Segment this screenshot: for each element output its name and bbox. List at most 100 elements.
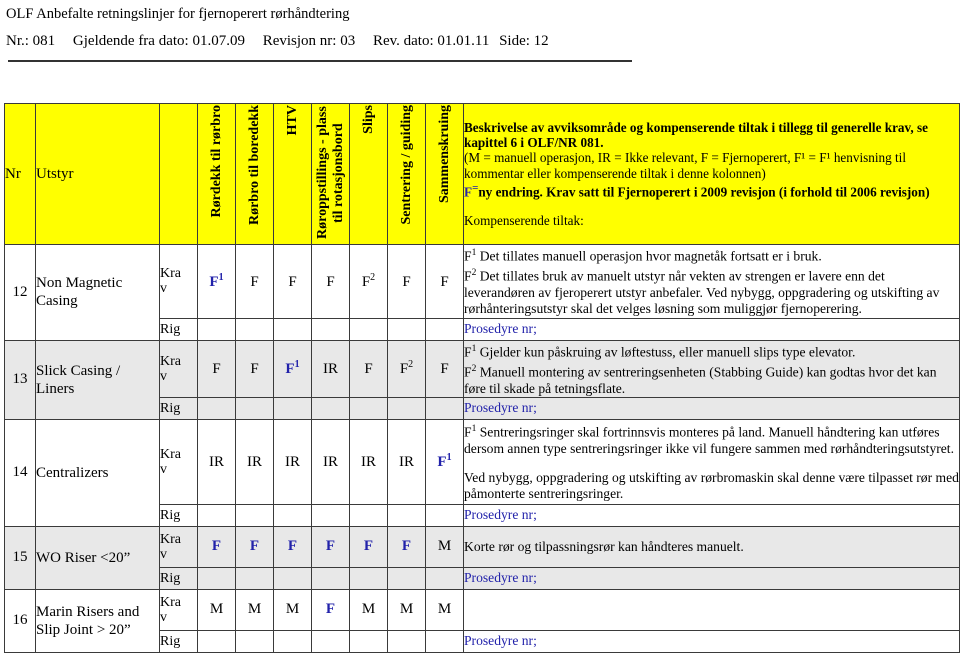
rig-cell [235, 629, 274, 653]
krav-line2: v [160, 281, 167, 297]
prosedyre-label: Prosedyre nr; [463, 566, 960, 590]
rig-cell [311, 566, 350, 590]
header-col-label: Rørdekk til rørbro [208, 105, 224, 218]
prosedyre-label: Prosedyre nr; [463, 396, 960, 420]
rig-cell [273, 566, 312, 590]
row-utstyr: WO Riser <20” [35, 525, 160, 590]
requirements-table-wrapper: Nr Utstyr Rørdekk til rørbro Rørbro til … [4, 103, 960, 653]
cell-sentrering-guiding: F [387, 244, 426, 319]
row-description: F1 Sentreringsringer skal fortrinnsvis m… [463, 418, 960, 505]
table-row: 12 Non Magnetic Casing Kra v F1 F F F F2… [4, 244, 960, 341]
krav-line1: Kra [160, 531, 181, 547]
cell-htv: F [273, 244, 312, 319]
header-col-label: Rørbro til boredekk [246, 105, 262, 226]
rig-cell [349, 396, 388, 420]
desc-gap [465, 458, 959, 470]
rig-cell [387, 629, 426, 653]
doc-page: Side: 12 [499, 33, 549, 49]
cell-sammenskruing: F [425, 244, 464, 319]
cell-roroppstillingsplass: F [311, 588, 350, 631]
rig-cell [273, 396, 312, 420]
row-rig-label: Rig [159, 629, 198, 653]
doc-valid-from: Gjeldende fra dato: 01.07.09 [72, 33, 245, 49]
cell-roroppstillingsplass: F [311, 244, 350, 319]
page-header: OLF Anbefalte retningslinjer for fjernop… [0, 0, 960, 62]
cell-rordekk-til-rorbro: IR [197, 418, 236, 505]
header-divider [8, 60, 632, 62]
krav-line2: v [160, 461, 167, 477]
rig-cell [235, 566, 274, 590]
krav-line2: v [160, 546, 167, 562]
row-rig-label: Rig [159, 503, 198, 527]
cell-roroppstillingsplass: F [311, 525, 350, 568]
row-description [463, 588, 960, 631]
krav-line1: Kra [160, 594, 181, 610]
row-rig-label: Rig [159, 566, 198, 590]
row-nr: 16 [4, 588, 36, 653]
row-utstyr: Marin Risers and Slip Joint > 20” [35, 588, 160, 653]
desc-item: F1 Sentreringsringer skal fortrinnsvis m… [464, 424, 955, 457]
table-header-row: Nr Utstyr Rørdekk til rørbro Rørbro til … [4, 103, 960, 245]
rig-cell [387, 503, 426, 527]
table-row: 13 Slick Casing / Liners Kra v F F F1 IR… [4, 339, 960, 420]
krav-line1: Kra [160, 446, 181, 462]
row-utstyr: Centralizers [35, 418, 160, 527]
row-nr: 13 [4, 339, 36, 420]
rig-cell [349, 317, 388, 341]
desc-item: F2 Manuell montering av sentreringsenhet… [464, 363, 937, 396]
cell-slips: F [349, 339, 388, 398]
row-krav-label: Kra v [159, 525, 198, 568]
row-utstyr: Slick Casing / Liners [35, 339, 160, 420]
rig-cell [387, 566, 426, 590]
rig-cell [349, 503, 388, 527]
table-row: 16 Marin Risers and Slip Joint > 20” Kra… [4, 588, 960, 653]
cell-roroppstillingsplass: IR [311, 418, 350, 505]
krav-line1: Kra [160, 353, 181, 369]
doc-rev-date: Rev. dato: 01.01.11 [372, 33, 490, 49]
document-title: OLF Anbefalte retningslinjer for fjernop… [6, 6, 350, 22]
row-rig-label: Rig [159, 317, 198, 341]
header-col-slips: Slips [349, 103, 388, 245]
header-col-label: HTV [284, 105, 300, 136]
row-rig-label: Rig [159, 396, 198, 420]
header-utstyr: Utstyr [35, 103, 160, 245]
rig-cell [197, 566, 236, 590]
table-row: 14 Centralizers Kra v IR IR IR IR IR IR … [4, 418, 960, 527]
row-nr: 12 [4, 244, 36, 341]
rig-cell [349, 629, 388, 653]
cell-sentrering-guiding: M [387, 588, 426, 631]
rig-cell [349, 566, 388, 590]
cell-rorbro-til-boredekk: F [235, 525, 274, 568]
requirements-table: Nr Utstyr Rørdekk til rørbro Rørbro til … [4, 103, 960, 653]
cell-sentrering-guiding: IR [387, 418, 426, 505]
rig-cell [425, 566, 464, 590]
desc-head-line1: Beskrivelse av avviksområde og kompenser… [464, 119, 928, 150]
table-row: 15 WO Riser <20” Kra v F F F F F F M Kor… [4, 525, 960, 590]
doc-revision: Revisjon nr: 03 [262, 33, 356, 49]
header-col-roroppstillingsplass: Røroppstillings - plass til rotasjonsbor… [311, 103, 350, 245]
cell-slips: F2 [349, 244, 388, 319]
row-nr: 14 [4, 418, 36, 527]
header-nr: Nr [4, 103, 36, 245]
desc-head-f-marker: F [464, 184, 473, 200]
header-col-label: Sammenskruing [436, 105, 452, 204]
rig-cell [197, 317, 236, 341]
header-col-sammenskruing: Sammenskruing [425, 103, 464, 245]
desc-head-line3: F=ny endring. Krav satt til Fjernoperert… [464, 181, 959, 200]
cell-rordekk-til-rorbro: F [197, 339, 236, 398]
rig-cell [273, 317, 312, 341]
row-description: F1 Det tillates manuell operasjon hvor m… [463, 244, 960, 319]
rig-cell [387, 396, 426, 420]
krav-line1: Kra [160, 266, 181, 282]
row-krav-label: Kra v [159, 244, 198, 319]
row-description: F1 Gjelder kun påskruing av løftestuss, … [463, 339, 960, 398]
cell-sammenskruing: M [425, 588, 464, 631]
desc-item: F1 Gjelder kun påskruing av løftestuss, … [464, 343, 856, 360]
cell-rorbro-til-boredekk: IR [235, 418, 274, 505]
rig-cell [425, 629, 464, 653]
rig-cell [235, 503, 274, 527]
desc-head-gap [464, 200, 959, 213]
cell-rorbro-til-boredekk: M [235, 588, 274, 631]
cell-htv: F1 [273, 339, 312, 398]
header-col-label: Slips [360, 105, 376, 134]
